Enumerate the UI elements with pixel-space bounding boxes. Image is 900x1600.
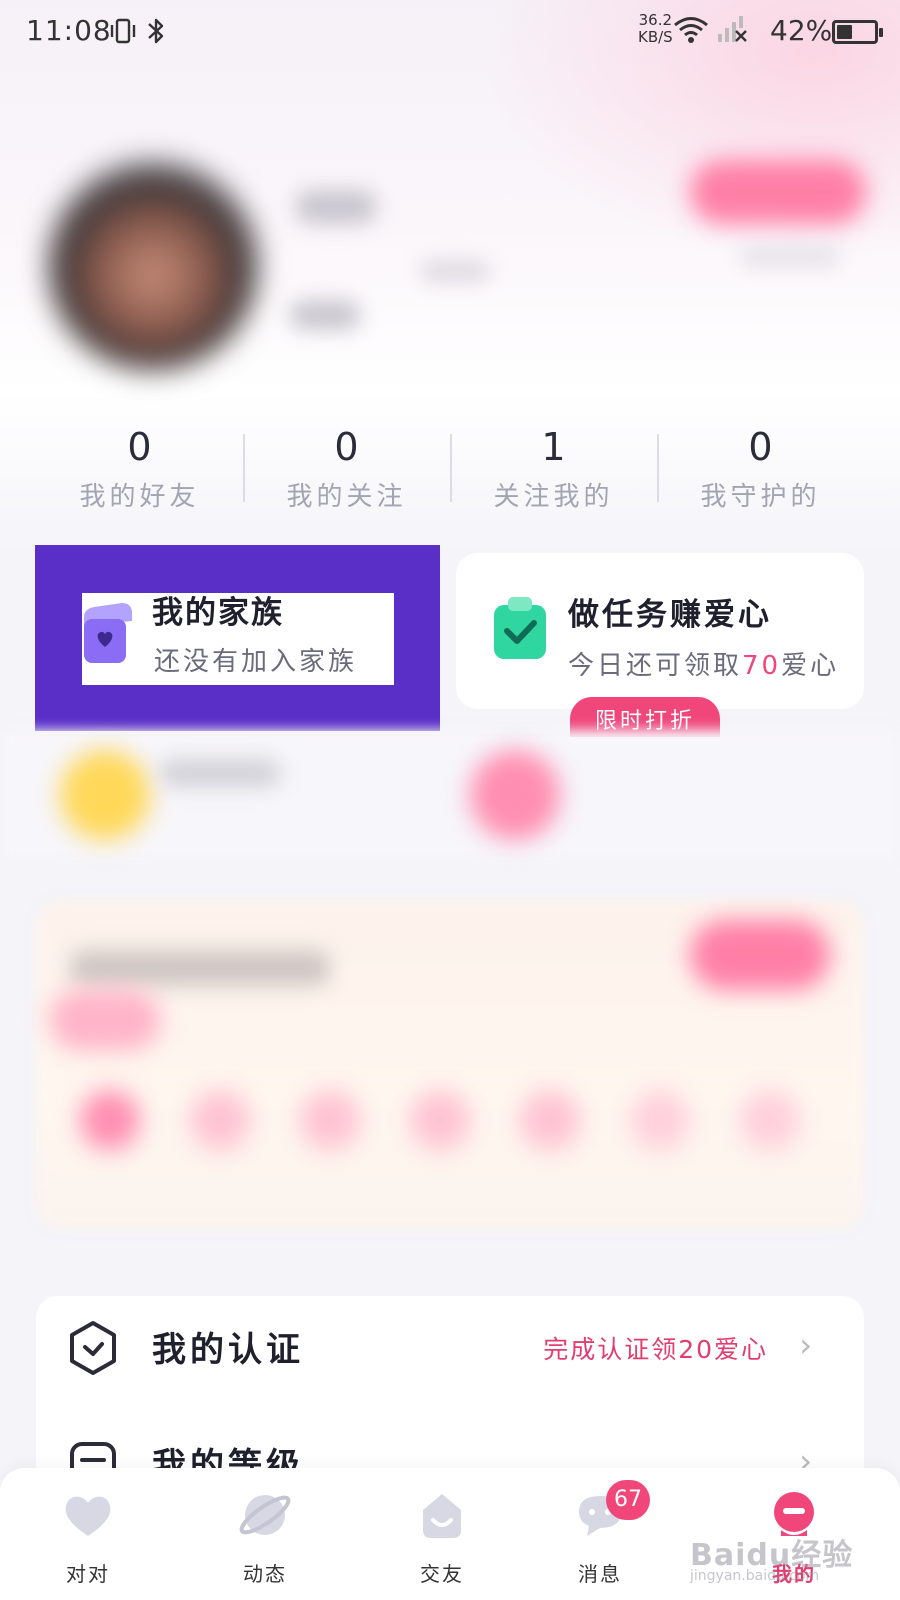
promo-item-dot [410,1090,470,1150]
promo-button-blurred[interactable] [690,920,830,990]
clipboard-check-icon [494,597,546,659]
tab-jiaoyou[interactable]: 交友 [382,1468,502,1600]
planet-icon [239,1495,291,1535]
watermark-url: jingyan.baidu.com [690,1568,820,1584]
tab-label: 消息 [578,1562,622,1586]
promo-item-dot [520,1090,580,1150]
unread-badge: 67 [606,1480,650,1520]
heart-icon [65,1496,111,1536]
task-title: 做任务赚爱心 [568,597,772,633]
family-card[interactable]: 我的家族 还没有加入家族 [82,593,394,685]
battery-icon [832,20,883,44]
tab-label: 对对 [66,1562,110,1586]
network-speed-unit: KB/S [638,28,673,46]
task-subtitle-suffix: 爱心 [781,651,840,681]
avatar[interactable] [48,160,258,370]
promo-title-blurred [70,950,330,986]
bluetooth-icon [144,16,168,53]
tab-messages[interactable]: 67 消息 [540,1468,660,1600]
promo-item-dot [300,1090,360,1150]
vibrate-icon [108,16,138,53]
family-subtitle: 还没有加入家族 [154,647,358,677]
promo-tag-blurred [50,990,160,1050]
shield-check-icon [70,1321,116,1375]
certification-title: 我的认证 [152,1330,304,1370]
family-card-highlight[interactable]: 我的家族 还没有加入家族 [35,545,440,731]
nickname-blurred [296,190,376,224]
battery-percent: 42% [770,14,833,47]
stat-value: 0 [127,425,152,469]
clock: 11:08 [26,14,112,47]
stats-row: 0 我的好友 0 我的关注 1 关注我的 0 我守护的 [36,420,864,520]
promo-item-dot [630,1090,690,1150]
stat-value: 0 [748,425,773,469]
chevron-right-icon: › [799,1326,812,1364]
promo-item-dot [190,1090,250,1150]
task-card[interactable]: 做任务赚爱心 今日还可领取70爱心 [456,553,864,709]
stat-guarding[interactable]: 0 我守护的 [657,420,864,520]
promo-item-dot [740,1090,800,1150]
task-subtitle: 今日还可领取70爱心 [568,645,839,682]
blurred-text [160,760,280,786]
blurred-pink-icon [470,750,560,840]
signal-icon [716,14,748,51]
promo-item-dot [80,1090,140,1150]
tab-label: 交友 [420,1562,464,1586]
stat-followers[interactable]: 1 关注我的 [450,420,657,520]
status-bar: 11:08 36.2 KB/S 42% [0,0,900,64]
stat-friends[interactable]: 0 我的好友 [36,420,243,520]
network-speed-value: 36.2 [638,11,673,29]
family-title: 我的家族 [152,595,284,631]
wifi-icon [672,14,710,51]
network-speed: 36.2 KB/S [638,12,673,46]
task-subtitle-prefix: 今日还可领取 [568,651,743,681]
battery-level [837,25,852,39]
stat-value: 1 [541,425,566,469]
tab-label: 动态 [243,1562,287,1586]
tab-duidui[interactable]: 对对 [28,1468,148,1600]
profile-id-blurred [290,300,360,330]
stat-label: 我的好友 [79,482,200,512]
profile-action-button[interactable] [690,160,866,224]
blurred-coin-icon [60,750,150,840]
stat-value: 0 [334,425,359,469]
tab-dongtai[interactable]: 动态 [205,1468,325,1600]
certification-row[interactable]: 我的认证 完成认证领20爱心 › [36,1296,864,1406]
stat-label: 我的关注 [286,482,407,512]
profile-meta-blurred [420,260,490,282]
stat-label: 我守护的 [700,482,821,512]
smile-icon [423,1494,461,1538]
task-heart-amount: 70 [742,651,782,681]
certification-reward: 完成认证领20爱心 [543,1335,768,1364]
family-house-icon [84,603,132,663]
stat-label: 关注我的 [493,482,614,512]
profile-side-text-blurred [740,248,840,266]
stat-following[interactable]: 0 我的关注 [243,420,450,520]
